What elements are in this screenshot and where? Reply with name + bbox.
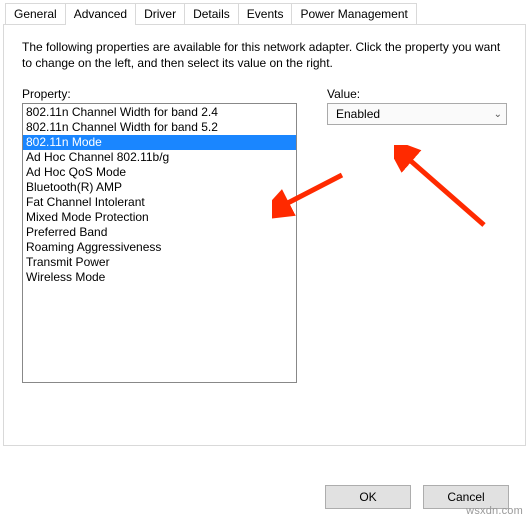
property-listbox[interactable]: 802.11n Channel Width for band 2.4802.11… [22,103,297,383]
list-item[interactable]: Ad Hoc QoS Mode [23,165,296,180]
list-item[interactable]: 802.11n Mode [23,135,296,150]
list-item[interactable]: Bluetooth(R) AMP [23,180,296,195]
list-item[interactable]: Fat Channel Intolerant [23,195,296,210]
tab-advanced[interactable]: Advanced [65,3,136,25]
property-label: Property: [22,87,297,101]
tab-general[interactable]: General [5,3,66,24]
value-dropdown[interactable]: Enabled ⌄ [327,103,507,125]
tab-strip: General Advanced Driver Details Events P… [5,3,526,24]
description-text: The following properties are available f… [22,39,507,71]
watermark-text: wsxdn.com [466,505,523,517]
chevron-down-icon: ⌄ [494,109,502,120]
tab-events[interactable]: Events [238,3,293,24]
value-label: Value: [327,87,507,101]
list-item[interactable]: Wireless Mode [23,270,296,285]
list-item[interactable]: Roaming Aggressiveness [23,240,296,255]
tab-panel-advanced: The following properties are available f… [3,24,526,446]
list-item[interactable]: Ad Hoc Channel 802.11b/g [23,150,296,165]
tab-details[interactable]: Details [184,3,239,24]
list-item[interactable]: Preferred Band [23,225,296,240]
ok-button[interactable]: OK [325,485,411,509]
list-item[interactable]: Mixed Mode Protection [23,210,296,225]
list-item[interactable]: 802.11n Channel Width for band 5.2 [23,120,296,135]
list-item[interactable]: Transmit Power [23,255,296,270]
tab-driver[interactable]: Driver [135,3,185,24]
tab-power-management[interactable]: Power Management [291,3,416,24]
value-selected-text: Enabled [336,107,380,121]
list-item[interactable]: 802.11n Channel Width for band 2.4 [23,105,296,120]
